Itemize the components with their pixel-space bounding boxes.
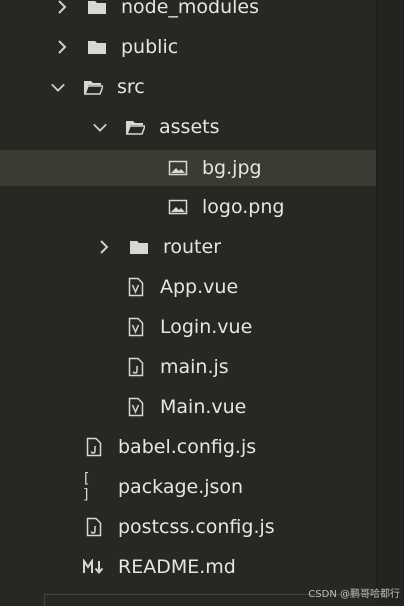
image-file-icon <box>168 197 188 217</box>
image-file-icon <box>168 158 188 178</box>
tree-item-label: Main.vue <box>160 396 247 418</box>
tree-item-app-vue[interactable]: App.vue <box>0 271 376 303</box>
tree-item-label: src <box>117 76 145 98</box>
folder-icon <box>129 237 149 257</box>
file-explorer-tree: node_modules public src assets bg.jpg lo… <box>0 0 376 605</box>
tree-item-bg-jpg[interactable]: bg.jpg <box>0 150 376 186</box>
chevron-right-icon[interactable] <box>96 239 112 255</box>
folder-open-icon <box>83 77 103 97</box>
tree-item-postcss-config-js[interactable]: postcss.config.js <box>0 511 376 543</box>
tree-item-babel-config-js[interactable]: babel.config.js <box>0 431 376 463</box>
tree-item-label: logo.png <box>202 196 285 218</box>
tree-item-label: App.vue <box>160 276 239 298</box>
vue-file-icon <box>126 277 146 297</box>
tree-item-node-modules[interactable]: node_modules <box>0 0 376 23</box>
json-file-icon: [ ] <box>82 471 91 503</box>
tree-item-label: Login.vue <box>160 316 253 338</box>
js-file-icon <box>126 357 146 377</box>
tree-item-label: postcss.config.js <box>118 516 275 538</box>
chevron-down-icon[interactable] <box>92 119 108 135</box>
tree-item-login-vue[interactable]: Login.vue <box>0 311 376 343</box>
chevron-right-icon[interactable] <box>54 0 70 15</box>
scrollbar-track[interactable] <box>376 0 404 605</box>
tree-item-readme-md[interactable]: README.md <box>0 551 376 583</box>
folder-icon <box>87 0 107 17</box>
chevron-right-icon[interactable] <box>54 39 70 55</box>
folder-open-icon <box>125 117 145 137</box>
js-file-icon <box>84 517 104 537</box>
tree-item-package-json[interactable]: [ ] package.json <box>0 471 376 503</box>
tree-item-router[interactable]: router <box>0 231 376 263</box>
tree-item-main-vue[interactable]: Main.vue <box>0 391 376 423</box>
tree-item-label: babel.config.js <box>118 436 257 458</box>
tree-item-label: router <box>163 236 222 258</box>
vue-file-icon <box>126 397 146 417</box>
markdown-file-icon <box>82 557 106 577</box>
tree-item-label: bg.jpg <box>202 157 262 179</box>
tree-item-label: package.json <box>118 476 244 498</box>
folder-icon <box>87 37 107 57</box>
js-file-icon <box>84 437 104 457</box>
tree-item-assets[interactable]: assets <box>0 111 376 143</box>
tree-item-label: README.md <box>118 556 236 578</box>
chevron-down-icon[interactable] <box>50 79 66 95</box>
tree-item-main-js[interactable]: main.js <box>0 351 376 383</box>
tree-item-label: main.js <box>160 356 229 378</box>
tree-item-label: public <box>121 36 179 58</box>
tree-item-label: assets <box>159 116 220 138</box>
watermark-text: CSDN @鹏哥哈都行 <box>308 589 400 600</box>
tree-item-logo-png[interactable]: logo.png <box>0 191 376 223</box>
vue-file-icon <box>126 317 146 337</box>
tree-item-src[interactable]: src <box>0 71 376 103</box>
tree-item-public[interactable]: public <box>0 31 376 63</box>
tree-item-label: node_modules <box>121 0 260 18</box>
